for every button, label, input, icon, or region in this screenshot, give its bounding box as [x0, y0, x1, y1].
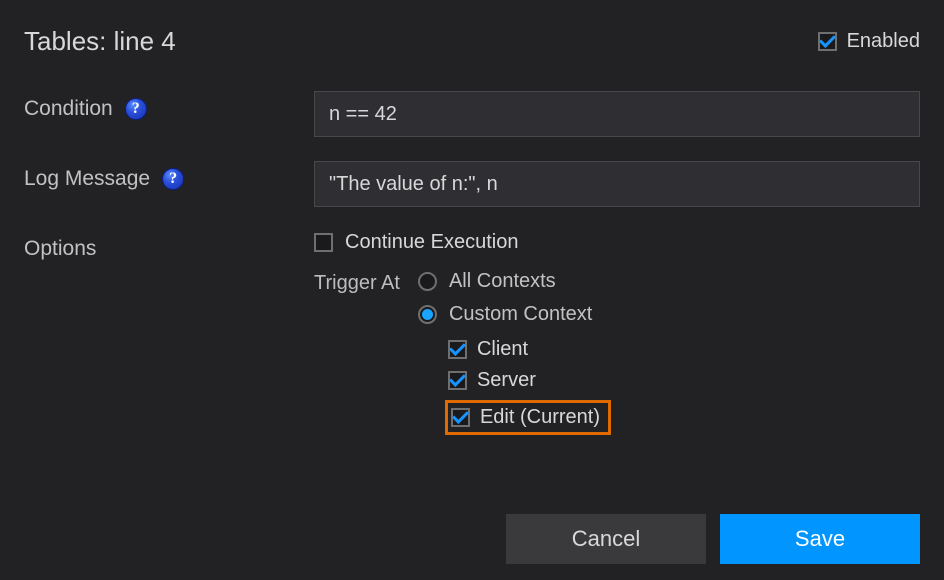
options-stack: Continue Execution Trigger At All Contex… [314, 231, 920, 435]
checkbox-client-label: Client [477, 338, 528, 361]
continue-execution-label: Continue Execution [345, 231, 518, 254]
checkbox-edit-current[interactable]: Edit (Current) [451, 406, 600, 429]
custom-context-subchecks: Client Server Edit (Current) [448, 338, 611, 435]
enabled-label: Enabled [847, 30, 920, 53]
checkbox-icon [451, 408, 470, 427]
checkbox-client[interactable]: Client [448, 338, 611, 361]
radio-icon [418, 305, 437, 324]
checkbox-icon [314, 233, 333, 252]
trigger-at-radio-group: All Contexts Custom Context Client Serve… [418, 270, 611, 435]
radio-custom-context[interactable]: Custom Context [418, 303, 611, 326]
save-button[interactable]: Save [720, 514, 920, 564]
help-icon[interactable]: ? [125, 98, 147, 120]
log-message-label: Log Message [24, 167, 150, 191]
radio-all-contexts[interactable]: All Contexts [418, 270, 611, 293]
form-grid: Condition ? Log Message ? Options Contin… [24, 91, 920, 435]
checkbox-edit-current-label: Edit (Current) [480, 406, 600, 429]
help-icon[interactable]: ? [162, 168, 184, 190]
log-message-input[interactable] [314, 161, 920, 207]
log-message-label-cell: Log Message ? [24, 167, 314, 191]
condition-label-cell: Condition ? [24, 97, 314, 121]
header-row: Tables: line 4 Enabled [24, 26, 920, 57]
cancel-button[interactable]: Cancel [506, 514, 706, 564]
checkbox-icon [818, 32, 837, 51]
condition-input[interactable] [314, 91, 920, 137]
options-label-cell: Options [24, 237, 314, 261]
radio-icon [418, 272, 437, 291]
enabled-checkbox[interactable]: Enabled [818, 30, 920, 53]
button-row: Cancel Save [506, 514, 920, 564]
checkbox-server[interactable]: Server [448, 369, 611, 392]
trigger-at-row: Trigger At All Contexts Custom Context C… [314, 270, 920, 435]
checkbox-server-label: Server [477, 369, 536, 392]
dialog-title: Tables: line 4 [24, 26, 176, 57]
condition-label: Condition [24, 97, 113, 121]
continue-execution-checkbox[interactable]: Continue Execution [314, 231, 920, 254]
trigger-at-label: Trigger At [314, 272, 400, 435]
checkbox-icon [448, 340, 467, 359]
options-label: Options [24, 237, 96, 261]
edit-current-highlight: Edit (Current) [445, 400, 611, 435]
checkbox-icon [448, 371, 467, 390]
radio-all-contexts-label: All Contexts [449, 270, 556, 293]
radio-custom-context-label: Custom Context [449, 303, 592, 326]
